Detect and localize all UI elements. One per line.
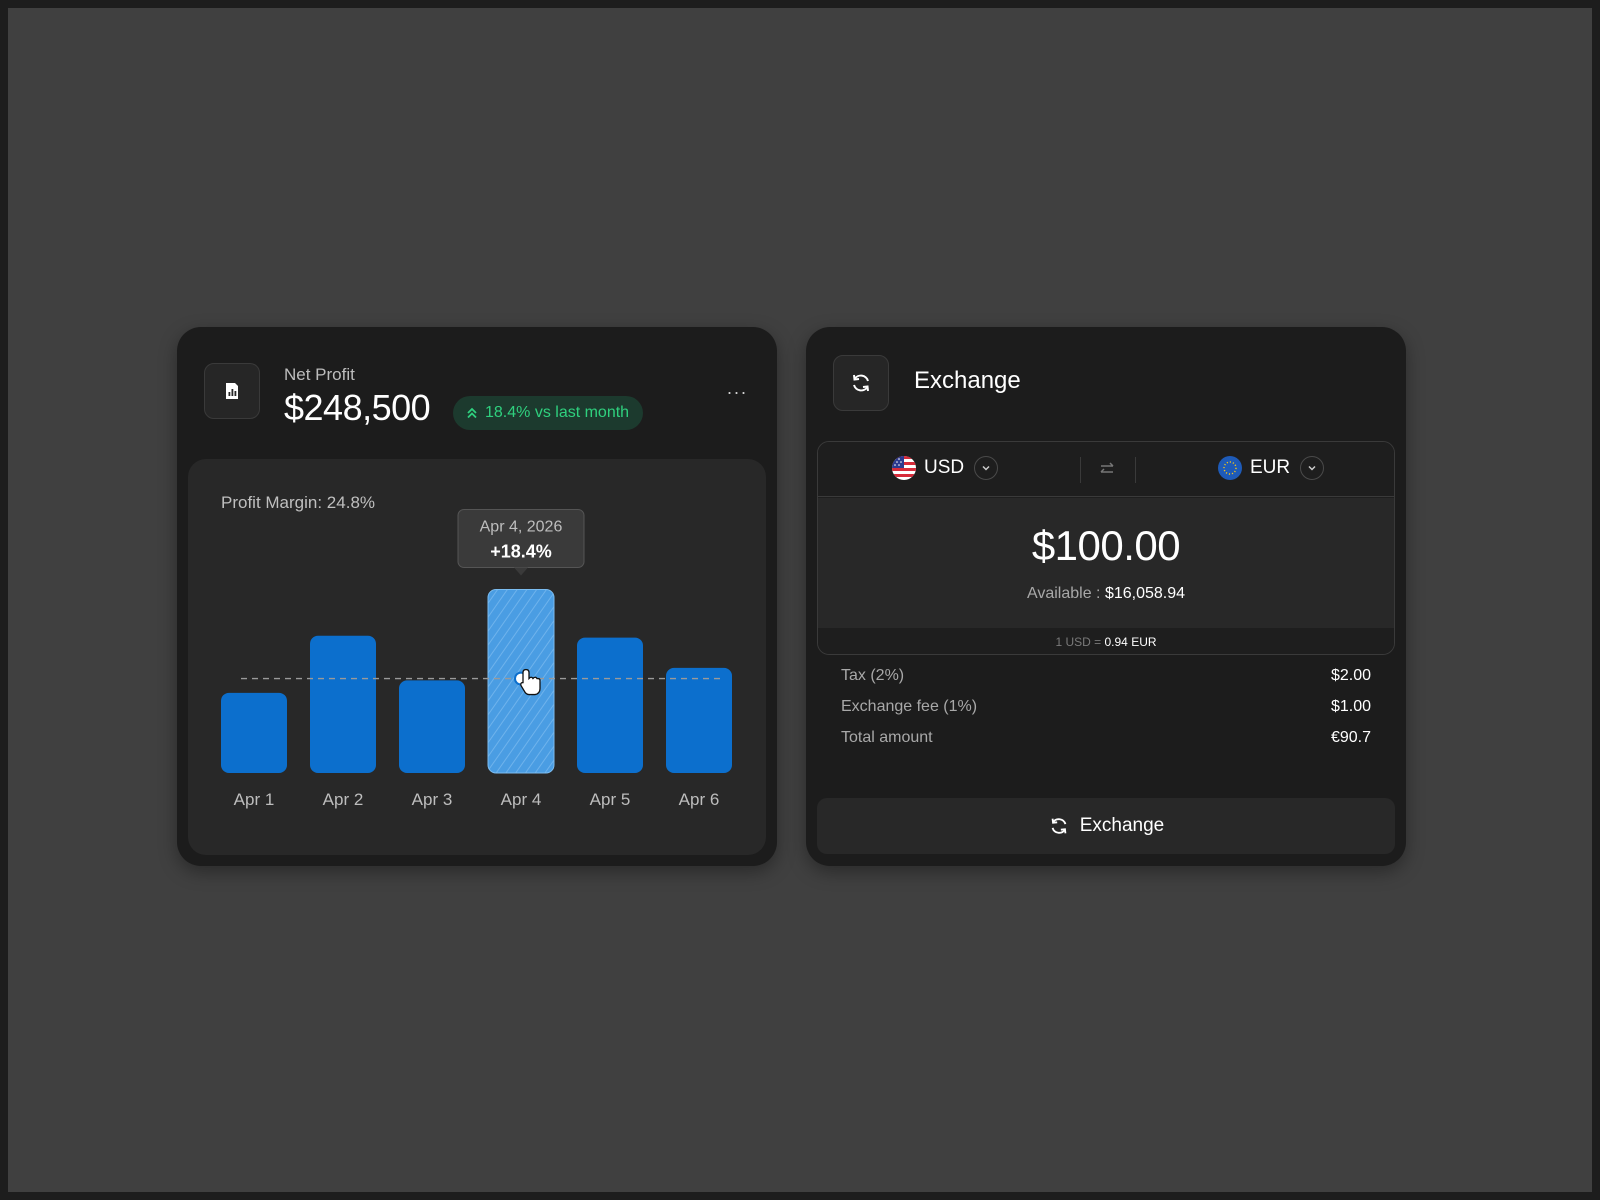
refresh-icon <box>1051 818 1067 834</box>
bar-apr-2[interactable] <box>310 635 376 773</box>
chevron-down-icon <box>974 456 999 480</box>
currency-converter: USD EUR $100.00 Available: $16,058.94 1… <box>817 441 1395 655</box>
fee-label: Tax (2%) <box>841 667 905 684</box>
fee-label: Total amount <box>841 729 933 746</box>
x-axis-label: Apr 6 <box>679 790 720 809</box>
eu-flag-icon <box>1218 456 1242 480</box>
exchange-button-label: Exchange <box>1079 815 1165 836</box>
bar-apr-5[interactable] <box>577 637 643 773</box>
rate-value: 0.94 EUR <box>1104 635 1157 649</box>
x-axis-label: Apr 1 <box>234 790 275 809</box>
chevron-down-icon <box>1300 456 1325 480</box>
from-currency-code: USD <box>924 457 965 478</box>
fee-value: $1.00 <box>1330 698 1371 715</box>
net-profit-value: $248,500 <box>284 387 431 428</box>
fee-row-total: Total amount €90.7 <box>841 729 1371 747</box>
bar-tooltip: Apr 4, 2026 +18.4% <box>457 508 585 576</box>
profit-chart-panel: Profit Margin: 24.8% Apr 4, 2026 +18.4% … <box>188 459 766 855</box>
available-value: $16,058.94 <box>1104 585 1186 602</box>
available-balance: Available : $16,058.94 <box>818 585 1394 603</box>
refresh-icon <box>853 374 869 392</box>
net-profit-card: Net Profit $248,500 18.4% vs last month … <box>177 327 777 866</box>
divider <box>1135 457 1136 483</box>
to-currency-code: EUR <box>1250 457 1291 478</box>
x-axis-label: Apr 3 <box>412 790 453 809</box>
report-icon-button[interactable] <box>204 363 260 419</box>
fee-value: €90.7 <box>1330 729 1371 746</box>
exchange-amount: $100.00 <box>1031 522 1181 569</box>
exchange-rate: 1 USD = 0.94 EUR <box>818 628 1394 654</box>
swap-arrows-icon[interactable] <box>1096 458 1118 480</box>
x-axis-label: Apr 5 <box>590 790 631 809</box>
double-chevron-up-icon <box>467 407 477 419</box>
amount-area[interactable]: $100.00 Available : $16,058.94 <box>818 498 1394 628</box>
exchange-icon-button[interactable] <box>833 355 889 411</box>
currency-selector-row: USD EUR <box>818 442 1394 497</box>
report-icon <box>226 383 238 399</box>
divider <box>1080 457 1081 483</box>
fee-label: Exchange fee (1%) <box>841 698 978 715</box>
profit-bar-chart: Apr 4, 2026 +18.4% Apr 1 Apr 2 Apr 3 Apr 4 A… <box>221 508 732 809</box>
bar-apr-3[interactable] <box>399 680 465 773</box>
x-axis-label: Apr 4 <box>501 790 542 809</box>
fee-row-tax: Tax (2%) $2.00 <box>841 667 1371 685</box>
exchange-title: Exchange <box>914 367 1021 394</box>
x-axis-label: Apr 2 <box>323 790 364 809</box>
exchange-button[interactable]: Exchange <box>817 798 1395 854</box>
bar-apr-1[interactable] <box>221 692 287 773</box>
more-options-button[interactable]: ··· <box>723 383 751 405</box>
fee-value: $2.00 <box>1330 667 1371 684</box>
bar-apr-6[interactable] <box>666 667 732 773</box>
to-currency-select[interactable]: EUR <box>1218 456 1325 480</box>
tooltip-value: +18.4% <box>490 541 552 561</box>
from-currency-select[interactable]: USD <box>892 456 999 480</box>
tooltip-date: Apr 4, 2026 <box>480 518 563 535</box>
exchange-card: Exchange USD EUR $100.00 Available: $16… <box>806 327 1406 866</box>
rate-label: 1 USD = <box>1055 635 1102 649</box>
net-profit-label: Net Profit <box>284 365 355 384</box>
fee-row-exchange-fee: Exchange fee (1%) $1.00 <box>841 698 1371 716</box>
growth-badge-text: 18.4% vs last month <box>485 404 630 421</box>
available-label: Available : <box>1026 585 1101 602</box>
us-flag-icon <box>892 456 916 480</box>
growth-badge: 18.4% vs last month <box>453 396 644 430</box>
